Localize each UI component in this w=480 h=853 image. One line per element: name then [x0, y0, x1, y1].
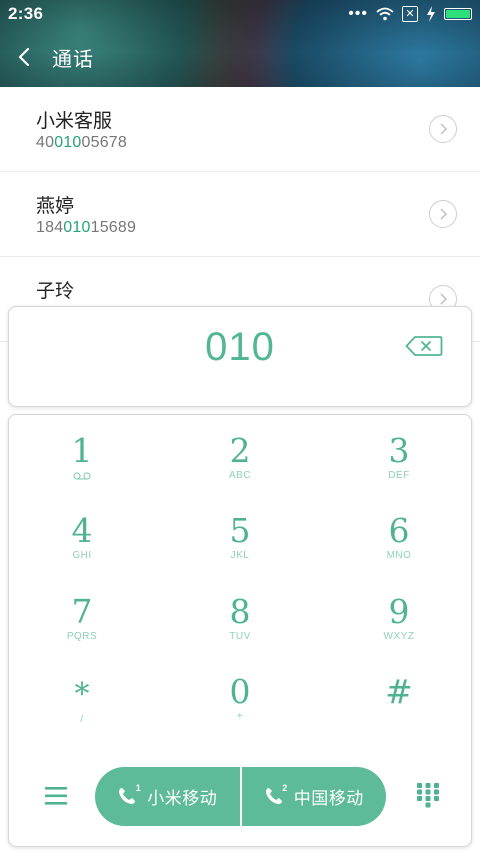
- contact-row[interactable]: 燕婷 18401015689: [0, 172, 480, 257]
- number-match-highlight: 010: [54, 134, 82, 151]
- key-digit: 1: [71, 431, 93, 470]
- phone-icon: 1: [117, 782, 142, 808]
- key-digit: 5: [229, 511, 251, 550]
- chevron-right-icon: [440, 123, 447, 135]
- menu-icon[interactable]: [43, 785, 69, 807]
- key-digit: 2: [229, 431, 251, 470]
- key-digit: 0: [229, 672, 251, 711]
- back-icon[interactable]: [18, 43, 38, 71]
- key-4[interactable]: 4 GHI: [22, 513, 142, 583]
- contact-row[interactable]: 小米客服 4001005678: [0, 87, 480, 172]
- key-letters: MNO: [386, 550, 412, 561]
- call-button-group: 1 小米移动 2 中国移动: [95, 767, 386, 826]
- call-sim1-label: 小米移动: [147, 789, 218, 808]
- key-star[interactable]: * /: [22, 677, 142, 747]
- key-3[interactable]: 3 DEF: [339, 433, 459, 503]
- key-letters: WXYZ: [383, 631, 415, 642]
- charging-icon: [427, 6, 435, 22]
- key-digit: *: [74, 677, 90, 712]
- call-sim2-button[interactable]: 2 中国移动: [242, 767, 387, 826]
- key-digit: 4: [71, 511, 93, 550]
- contact-name: 小米客服: [36, 111, 113, 132]
- contact-number: 4001005678: [36, 134, 127, 152]
- key-hash[interactable]: #: [339, 674, 459, 744]
- keypad-toggle-icon[interactable]: [416, 782, 440, 808]
- voicemail-icon: [73, 472, 91, 480]
- key-digit: 8: [229, 592, 251, 631]
- key-5[interactable]: 5 JKL: [180, 513, 300, 583]
- key-letters: DEF: [388, 470, 410, 481]
- sim-number: 2: [282, 782, 288, 793]
- contact-name: 燕婷: [36, 196, 75, 217]
- dial-input-panel: 010: [8, 306, 472, 407]
- more-notifications-icon: •••: [348, 5, 368, 22]
- call-sim2-label: 中国移动: [293, 789, 364, 808]
- key-letters: PQRS: [66, 631, 98, 642]
- call-sim1-button[interactable]: 1 小米移动: [95, 767, 240, 826]
- key-digit: #: [385, 672, 413, 711]
- status-time: 2:36: [8, 4, 44, 23]
- key-digit: 7: [71, 592, 93, 631]
- contact-name: 子玲: [36, 281, 75, 302]
- number-match-highlight: 010: [63, 219, 91, 236]
- key-letters: GHI: [72, 550, 92, 561]
- number-suffix: 15689: [90, 219, 137, 236]
- number-prefix: 40: [36, 134, 55, 151]
- key-0[interactable]: 0 +: [180, 674, 300, 744]
- key-letters: ABC: [228, 470, 252, 481]
- header-wallpaper: 2:36 ••• ✕ 通话: [0, 0, 480, 87]
- contact-detail-button[interactable]: [429, 200, 457, 228]
- contact-number: 18401015689: [36, 219, 136, 237]
- key-letters: /: [80, 714, 84, 725]
- key-2[interactable]: 2 ABC: [180, 433, 300, 503]
- number-suffix: 05678: [81, 134, 127, 151]
- key-letters: JKL: [230, 550, 250, 561]
- key-7[interactable]: 7 PQRS: [22, 594, 142, 664]
- key-digit: 3: [388, 431, 410, 470]
- wifi-icon: [376, 7, 394, 21]
- dial-keypad: 1 2 ABC 3 DEF 4 GHI 5 JKL 6 MNO 7 PQRS 8…: [8, 414, 472, 847]
- key-digit: 9: [388, 592, 410, 631]
- backspace-icon[interactable]: [405, 335, 443, 357]
- battery-level-fill: [446, 10, 470, 18]
- chevron-right-icon: [440, 208, 447, 220]
- call-divider: [239, 767, 242, 826]
- title-row: 通话: [0, 40, 94, 74]
- number-prefix: 184: [36, 219, 64, 236]
- contact-detail-button[interactable]: [429, 115, 457, 143]
- sim-number: 1: [135, 782, 142, 793]
- key-9[interactable]: 9 WXYZ: [339, 594, 459, 664]
- key-letters: +: [236, 711, 244, 722]
- key-1[interactable]: 1: [22, 433, 142, 503]
- chevron-right-icon: [440, 293, 447, 305]
- key-6[interactable]: 6 MNO: [339, 513, 459, 583]
- key-letters: TUV: [229, 631, 251, 642]
- contact-suggestion-list: 小米客服 4001005678 燕婷 18401015689 子玲: [0, 87, 480, 342]
- page-title: 通话: [52, 48, 94, 71]
- key-8[interactable]: 8 TUV: [180, 594, 300, 664]
- battery-icon: [444, 8, 472, 20]
- no-sim-icon: ✕: [402, 6, 418, 22]
- phone-icon: 2: [264, 782, 288, 808]
- key-digit: 6: [388, 511, 410, 550]
- dialed-number[interactable]: 010: [9, 325, 471, 370]
- status-icons: ••• ✕: [348, 5, 472, 23]
- status-bar: 2:36 ••• ✕: [0, 0, 480, 28]
